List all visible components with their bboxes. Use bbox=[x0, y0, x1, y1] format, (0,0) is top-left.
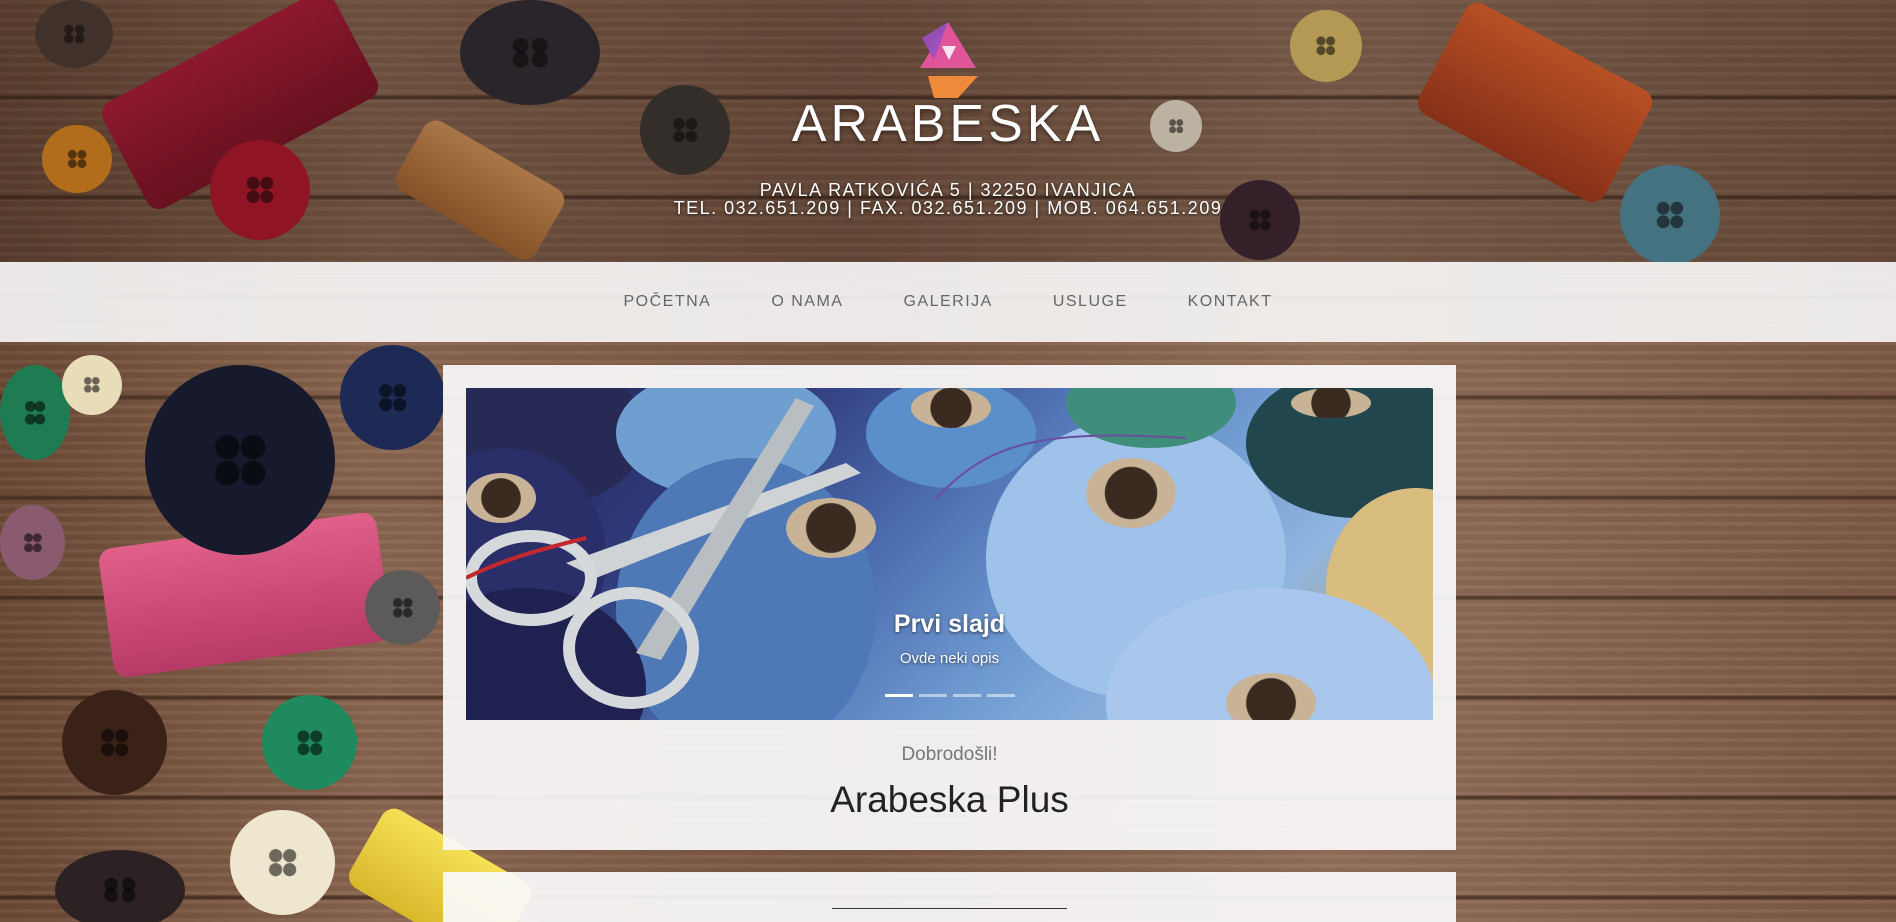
brand-name[interactable]: ARABESKA bbox=[0, 94, 1896, 154]
slide-title: Prvi slajd bbox=[893, 610, 1006, 638]
image-carousel[interactable]: Prvi slajd Ovde neki opis bbox=[466, 388, 1433, 720]
carousel-indicator[interactable] bbox=[884, 694, 913, 697]
button-decoration bbox=[230, 810, 335, 915]
button-decoration bbox=[145, 365, 335, 555]
nav-item-galerija[interactable]: GALERIJA bbox=[873, 293, 1022, 311]
carousel-indicators bbox=[466, 694, 1433, 697]
button-decoration bbox=[62, 690, 167, 795]
button-decoration bbox=[262, 695, 357, 790]
contact-line: TEL. 032.651.209 | FAX. 032.651.209 | MO… bbox=[673, 198, 1223, 218]
button-decoration bbox=[0, 365, 70, 460]
page-title: Arabeska Plus bbox=[830, 779, 1069, 820]
nav-item-o-nama[interactable]: O NAMA bbox=[741, 293, 873, 311]
content-panel-secondary bbox=[443, 872, 1456, 922]
main-navigation: POČETNA O NAMA GALERIJA USLUGE KONTAKT bbox=[0, 262, 1896, 342]
button-decoration bbox=[55, 850, 185, 922]
button-decoration bbox=[62, 355, 122, 415]
arabeska-logo-icon[interactable] bbox=[908, 20, 988, 100]
content-panel: Prvi slajd Ovde neki opis Dobrodošli! Ar… bbox=[443, 365, 1456, 850]
divider bbox=[832, 908, 1067, 909]
nav-item-pocetna[interactable]: POČETNA bbox=[594, 293, 742, 311]
carousel-indicator[interactable] bbox=[986, 694, 1015, 697]
button-decoration bbox=[340, 345, 445, 450]
site-header: ARABESKA PAVLA RATKOVIĆA 5 | 32250 IVANJ… bbox=[0, 0, 1896, 262]
button-decoration bbox=[0, 505, 65, 580]
slide-description: Ovde neki opis bbox=[899, 650, 1000, 667]
button-decoration bbox=[365, 570, 440, 645]
scissors-image bbox=[466, 398, 1187, 709]
nav-item-usluge[interactable]: USLUGE bbox=[1023, 293, 1158, 311]
pink-spool-decoration bbox=[97, 511, 393, 679]
welcome-text: Dobrodošli! bbox=[901, 744, 998, 765]
carousel-indicator[interactable] bbox=[918, 694, 947, 697]
nav-item-kontakt[interactable]: KONTAKT bbox=[1158, 293, 1303, 311]
carousel-indicator[interactable] bbox=[952, 694, 981, 697]
